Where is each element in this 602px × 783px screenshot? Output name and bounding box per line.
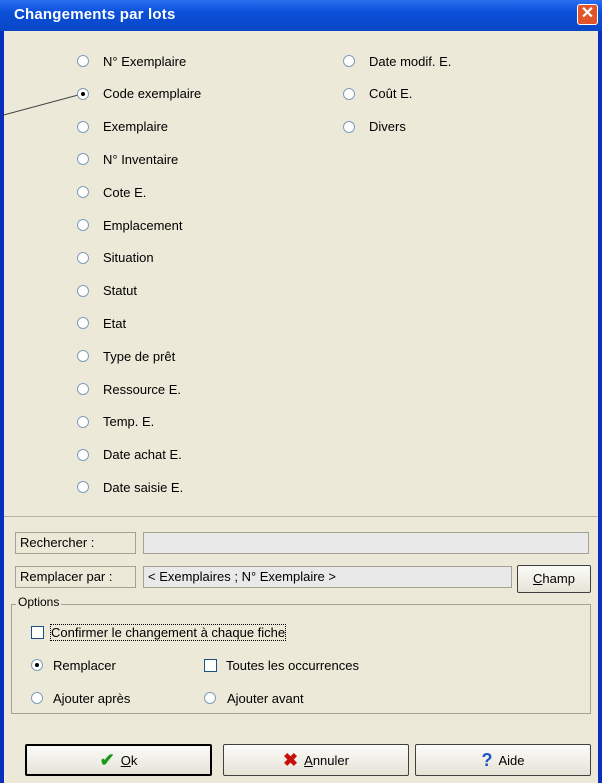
field-option-radio[interactable] [77,317,89,330]
field-option-radio[interactable] [77,153,89,166]
question-icon: ? [481,749,493,770]
help-label: Aide [498,752,525,768]
ok-button[interactable]: ✔ Ok [25,744,212,776]
field-option-radio[interactable] [77,448,89,461]
search-label: Rechercher : [15,532,136,554]
field-option[interactable]: Ressource E. [77,380,181,398]
field-option[interactable]: Type de prêt [77,347,175,365]
options-legend: Options [16,595,62,609]
dialog-body: N° Exemplaire Code exemplaire Exemplaire N°… [2,31,598,783]
replace-input[interactable]: < Exemplaires ; N° Exemplaire > [143,566,512,588]
field-option[interactable]: Statut [77,282,137,300]
cancel-accel: A [304,752,313,768]
field-option-label[interactable]: Divers [369,119,406,134]
replace-label: Remplacer par : [15,566,136,588]
close-icon[interactable]: ✕ [577,4,598,25]
field-option[interactable]: Date achat E. [77,446,182,464]
field-option-label[interactable]: Coût E. [369,86,412,101]
field-option-label[interactable]: Emplacement [103,218,182,233]
field-option-label[interactable]: Date saisie E. [103,480,183,495]
field-option-label[interactable]: N° Inventaire [103,152,178,167]
champ-button[interactable]: Champ [517,565,591,593]
field-option[interactable]: Code exemplaire [77,85,201,103]
field-option-radio[interactable] [77,284,89,297]
confirm-checkbox[interactable] [31,626,44,639]
all-occurrences-checkbox[interactable] [204,659,217,672]
field-option[interactable]: Date modif. E. [343,52,451,70]
field-option-radio[interactable] [77,219,89,231]
field-option-radio[interactable] [77,55,89,67]
field-option[interactable]: Date saisie E. [77,478,183,496]
field-option-label[interactable]: Code exemplaire [103,86,201,101]
field-option-radio[interactable] [77,87,89,100]
append-before-radio[interactable] [204,692,216,704]
field-option-label[interactable]: Etat [103,316,126,331]
field-option-radio[interactable] [77,350,89,363]
field-option-label[interactable]: Situation [103,250,154,265]
field-option-label[interactable]: Date achat E. [103,447,182,462]
field-option[interactable]: Emplacement [77,216,182,234]
field-option-label[interactable]: Exemplaire [103,119,168,134]
field-option[interactable]: N° Exemplaire [77,52,186,70]
field-option-label[interactable]: Type de prêt [103,349,175,364]
field-option-label[interactable]: Cote E. [103,185,146,200]
field-option[interactable]: Cote E. [77,183,146,201]
window-title: Changements par lots [14,6,176,23]
field-option-radio[interactable] [343,55,355,67]
field-option-label[interactable]: Statut [103,283,137,298]
field-option[interactable]: Coût E. [343,85,412,103]
confirm-label[interactable]: Confirmer le changement à chaque fiche [49,624,287,641]
append-before-label[interactable]: Ajouter avant [227,691,304,706]
field-option[interactable]: Divers [343,118,406,136]
field-option-radio[interactable] [343,120,355,133]
field-option-radio[interactable] [77,415,89,428]
all-occurrences-label[interactable]: Toutes les occurrences [226,658,359,673]
field-option[interactable]: Temp. E. [77,413,154,431]
pointer-line [2,94,81,116]
ok-accel: O [120,752,131,768]
checkmark-icon: ✔ [99,749,115,770]
field-selection-panel: N° Exemplaire Code exemplaire Exemplaire N°… [2,31,598,517]
field-option-radio[interactable] [77,481,89,494]
field-option-label[interactable]: Date modif. E. [369,54,451,69]
field-option-label[interactable]: Ressource E. [103,382,181,397]
field-option-radio[interactable] [343,87,355,100]
button-bar: ✔ Ok ✖ Annuler ? Aide [4,731,598,783]
help-button[interactable]: ? Aide [415,744,591,776]
field-option[interactable]: Etat [77,314,126,332]
field-option-radio[interactable] [77,120,89,133]
title-bar[interactable]: Changements par lots ✕ [0,0,602,31]
replace-mode-label[interactable]: Remplacer [53,658,116,673]
append-after-radio[interactable] [31,692,43,704]
field-option[interactable]: Situation [77,249,154,267]
cancel-button[interactable]: ✖ Annuler [223,744,409,776]
cross-icon: ✖ [283,749,299,770]
dialog-window: Changements par lots ✕ N° Exemplaire Code… [0,0,602,783]
champ-label: hamp [542,571,575,586]
field-option-label[interactable]: Temp. E. [103,414,154,429]
field-option-radio[interactable] [77,383,89,395]
field-option-radio[interactable] [77,186,89,199]
cancel-label: nnuler [312,752,349,768]
field-option[interactable]: N° Inventaire [77,150,178,168]
field-option[interactable]: Exemplaire [77,118,168,136]
ok-label: k [130,752,138,768]
append-after-label[interactable]: Ajouter après [53,691,130,706]
field-option-radio[interactable] [77,251,89,264]
field-option-label[interactable]: N° Exemplaire [103,54,186,69]
search-input[interactable] [143,532,589,554]
replace-mode-radio[interactable] [31,659,43,671]
champ-accel: C [533,571,543,586]
